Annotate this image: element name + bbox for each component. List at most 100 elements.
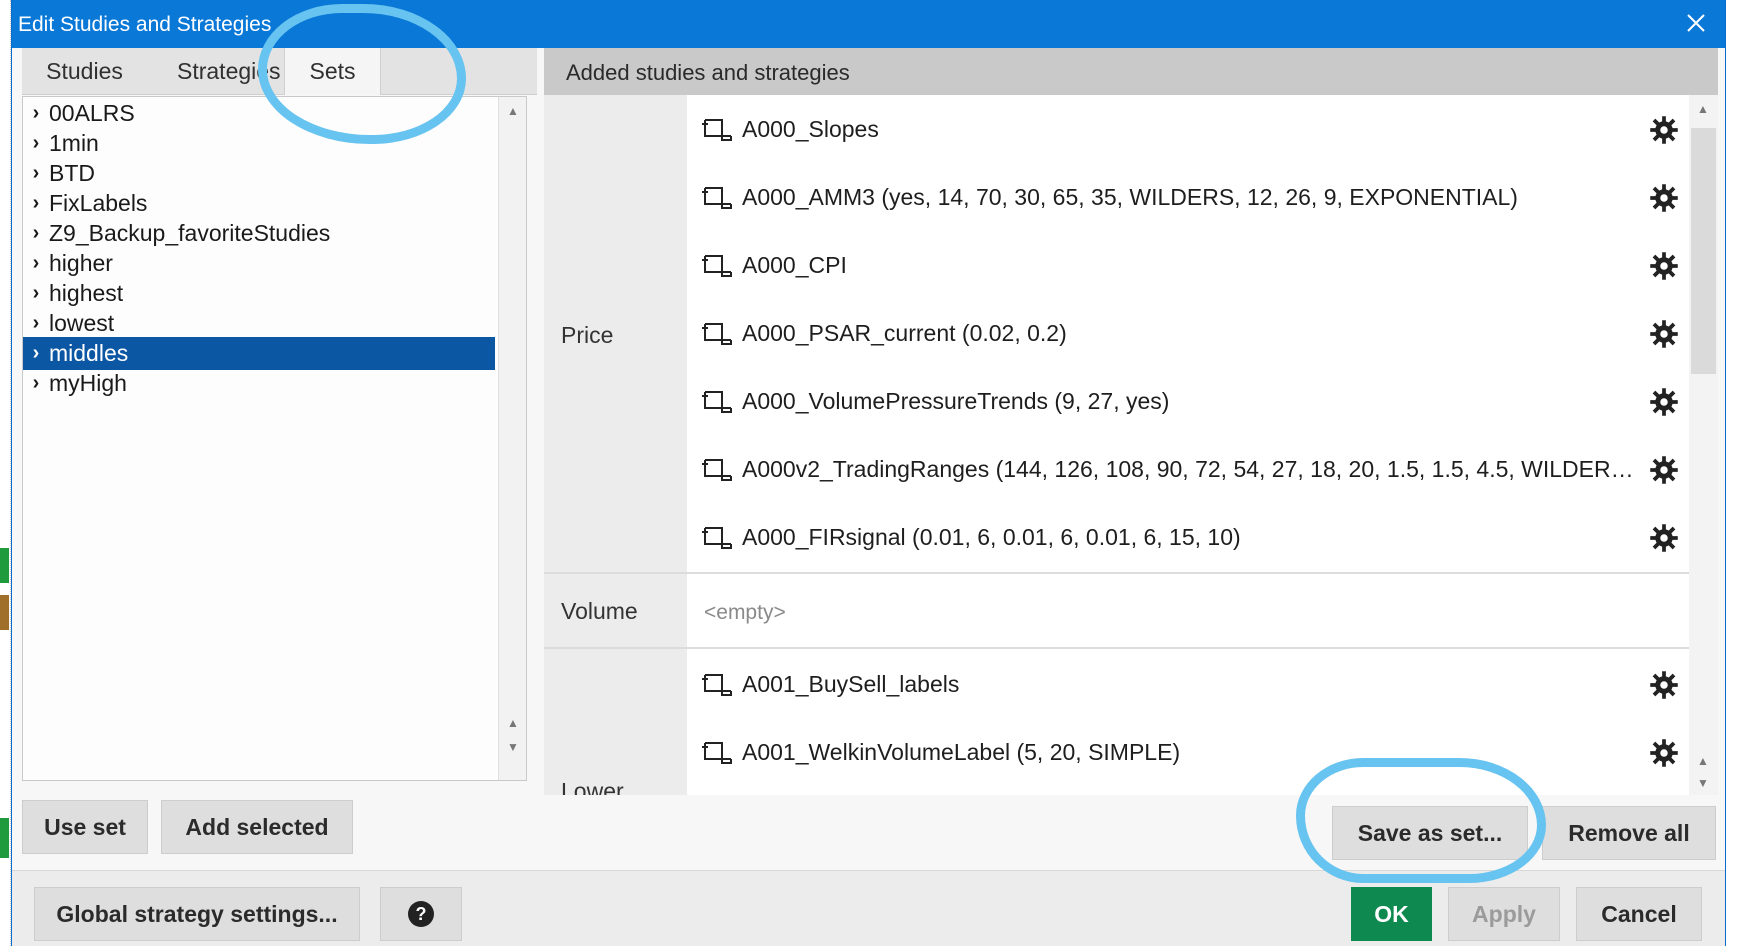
list-item[interactable]: › 00ALRS xyxy=(23,97,495,130)
added-studies-header: Added studies and strategies xyxy=(544,48,1718,95)
list-item[interactable]: › FixLabels xyxy=(23,187,495,220)
scroll-up-icon[interactable]: ▲ xyxy=(1689,749,1717,773)
tab-sets[interactable]: Sets xyxy=(284,48,381,95)
volume-empty-text: <empty> xyxy=(704,601,786,624)
set-label: higher xyxy=(49,250,113,276)
group-label-lower: Lower xyxy=(561,778,624,795)
study-scroll-icon xyxy=(700,184,742,210)
list-item[interactable]: › myHigh xyxy=(23,367,495,400)
gear-icon[interactable] xyxy=(1649,523,1679,553)
gear-icon[interactable] xyxy=(1649,183,1679,213)
study-row[interactable]: A000_AMM3 (yes, 14, 70, 30, 65, 35, WILD… xyxy=(687,163,1689,231)
study-name: A000_Slopes xyxy=(742,115,879,142)
study-scroll-icon xyxy=(700,524,742,550)
group-label-price: Price xyxy=(561,322,614,348)
chevron-right-icon: › xyxy=(32,162,40,184)
study-scroll-icon xyxy=(700,456,742,482)
scroll-down-icon[interactable]: ▼ xyxy=(1689,771,1717,795)
study-name: A000_CPI xyxy=(742,251,847,278)
study-name: A001_WelkinVolumeLabel (5, 20, SIMPLE) xyxy=(742,738,1181,765)
tab-strip: Studies Strategies Sets xyxy=(22,48,537,95)
set-label: Z9_Backup_favoriteStudies xyxy=(49,220,331,246)
study-row[interactable]: A001_BuySell_labels xyxy=(687,650,1689,718)
scroll-up-icon[interactable]: ▲ xyxy=(499,711,526,735)
scroll-up-icon[interactable]: ▲ xyxy=(499,99,526,123)
study-row[interactable]: A000_FIRsignal (0.01, 6, 0.01, 6, 0.01, … xyxy=(687,503,1689,571)
help-button[interactable]: ? xyxy=(380,887,462,941)
sets-tree: › 00ALRS › 1min › BTD › FixLabels › Z9_Backup… xyxy=(22,96,527,781)
added-studies-list: Price Volume Lower A000_Slopes A000_AMM3… xyxy=(544,95,1718,795)
study-row[interactable]: A000_PSAR_current (0.02, 0.2) xyxy=(687,299,1689,367)
gear-icon[interactable] xyxy=(1649,670,1679,700)
list-item[interactable]: › 1min xyxy=(23,127,495,160)
chart-marker xyxy=(0,548,9,583)
background-chart-left xyxy=(0,0,11,946)
use-set-button[interactable]: Use set xyxy=(22,800,148,854)
title-bar: Edit Studies and Strategies xyxy=(12,0,1725,48)
scroll-up-icon[interactable]: ▲ xyxy=(1689,97,1717,121)
apply-button[interactable]: Apply xyxy=(1448,887,1560,941)
set-label: 00ALRS xyxy=(49,100,135,126)
study-scroll-icon xyxy=(700,252,742,278)
set-label: BTD xyxy=(49,160,95,186)
chart-marker xyxy=(0,595,9,630)
chevron-right-icon: › xyxy=(32,282,40,304)
list-item[interactable]: › Z9_Backup_favoriteStudies xyxy=(23,217,495,250)
add-selected-button[interactable]: Add selected xyxy=(161,800,353,854)
scroll-down-icon[interactable]: ▼ xyxy=(499,735,526,759)
edit-studies-dialog: Edit Studies and Strategies Studies Stra… xyxy=(11,0,1726,946)
sets-panel: Studies Strategies Sets › 00ALRS › 1min › B… xyxy=(22,48,537,781)
study-row[interactable]: A000_VolumePressureTrends (9, 27, yes) xyxy=(687,367,1689,435)
scroll-thumb[interactable] xyxy=(1691,128,1716,374)
study-scroll-icon xyxy=(700,671,742,697)
gear-icon[interactable] xyxy=(1649,319,1679,349)
dialog-footer: Global strategy settings... ? OK Apply C… xyxy=(12,870,1725,946)
cancel-button[interactable]: Cancel xyxy=(1576,887,1702,941)
study-row[interactable]: A001_WelkinVolumeLabel (5, 20, SIMPLE) xyxy=(687,718,1689,786)
list-item[interactable]: › BTD xyxy=(23,157,495,190)
close-button[interactable] xyxy=(1679,6,1713,40)
study-name: A000_FIRsignal (0.01, 6, 0.01, 6, 0.01, … xyxy=(742,523,1241,550)
set-label: middles xyxy=(49,340,129,366)
dialog-title: Edit Studies and Strategies xyxy=(18,13,272,36)
list-item[interactable]: › higher xyxy=(23,247,495,280)
tab-studies[interactable]: Studies xyxy=(22,48,147,95)
global-strategy-settings-button[interactable]: Global strategy settings... xyxy=(34,887,360,941)
chevron-right-icon: › xyxy=(32,252,40,274)
ok-button[interactable]: OK xyxy=(1351,887,1432,941)
study-row[interactable]: A000v2_TradingRanges (144, 126, 108, 90,… xyxy=(687,435,1689,503)
list-item[interactable]: › highest xyxy=(23,277,495,310)
group-label-bg xyxy=(544,649,687,795)
study-scroll-icon xyxy=(700,116,742,142)
set-label: FixLabels xyxy=(49,190,148,216)
chevron-right-icon: › xyxy=(32,102,40,124)
study-row[interactable]: A000_Slopes xyxy=(687,95,1689,163)
group-divider xyxy=(544,572,1689,574)
remove-all-button[interactable]: Remove all xyxy=(1542,806,1716,860)
gear-icon[interactable] xyxy=(1649,251,1679,281)
set-label: 1min xyxy=(49,130,99,156)
tab-strategies[interactable]: Strategies xyxy=(147,48,284,95)
list-item-selected[interactable]: › middles xyxy=(23,337,495,370)
chart-marker xyxy=(0,818,9,858)
chevron-right-icon: › xyxy=(32,192,40,214)
gear-icon[interactable] xyxy=(1649,738,1679,768)
study-name: A000_PSAR_current (0.02, 0.2) xyxy=(742,319,1067,346)
gear-icon[interactable] xyxy=(1649,455,1679,485)
sets-scrollbar[interactable]: ▲ ▲ ▼ xyxy=(498,97,526,780)
save-as-set-button[interactable]: Save as set... xyxy=(1332,806,1528,860)
study-name: A001_BuySell_labels xyxy=(742,670,960,697)
gear-icon[interactable] xyxy=(1649,387,1679,417)
chevron-right-icon: › xyxy=(32,132,40,154)
added-list-scrollbar[interactable]: ▲ ▲ ▼ xyxy=(1689,95,1718,795)
close-icon xyxy=(1687,14,1705,32)
list-item[interactable]: › lowest xyxy=(23,307,495,340)
group-divider xyxy=(544,647,1689,649)
study-name: A000_VolumePressureTrends (9, 27, yes) xyxy=(742,387,1170,414)
study-scroll-icon xyxy=(700,739,742,765)
gear-icon[interactable] xyxy=(1649,115,1679,145)
chevron-right-icon: › xyxy=(32,312,40,334)
study-scroll-icon xyxy=(700,388,742,414)
study-name: A000v2_TradingRanges (144, 126, 108, 90,… xyxy=(742,455,1642,482)
study-row[interactable]: A000_CPI xyxy=(687,231,1689,299)
